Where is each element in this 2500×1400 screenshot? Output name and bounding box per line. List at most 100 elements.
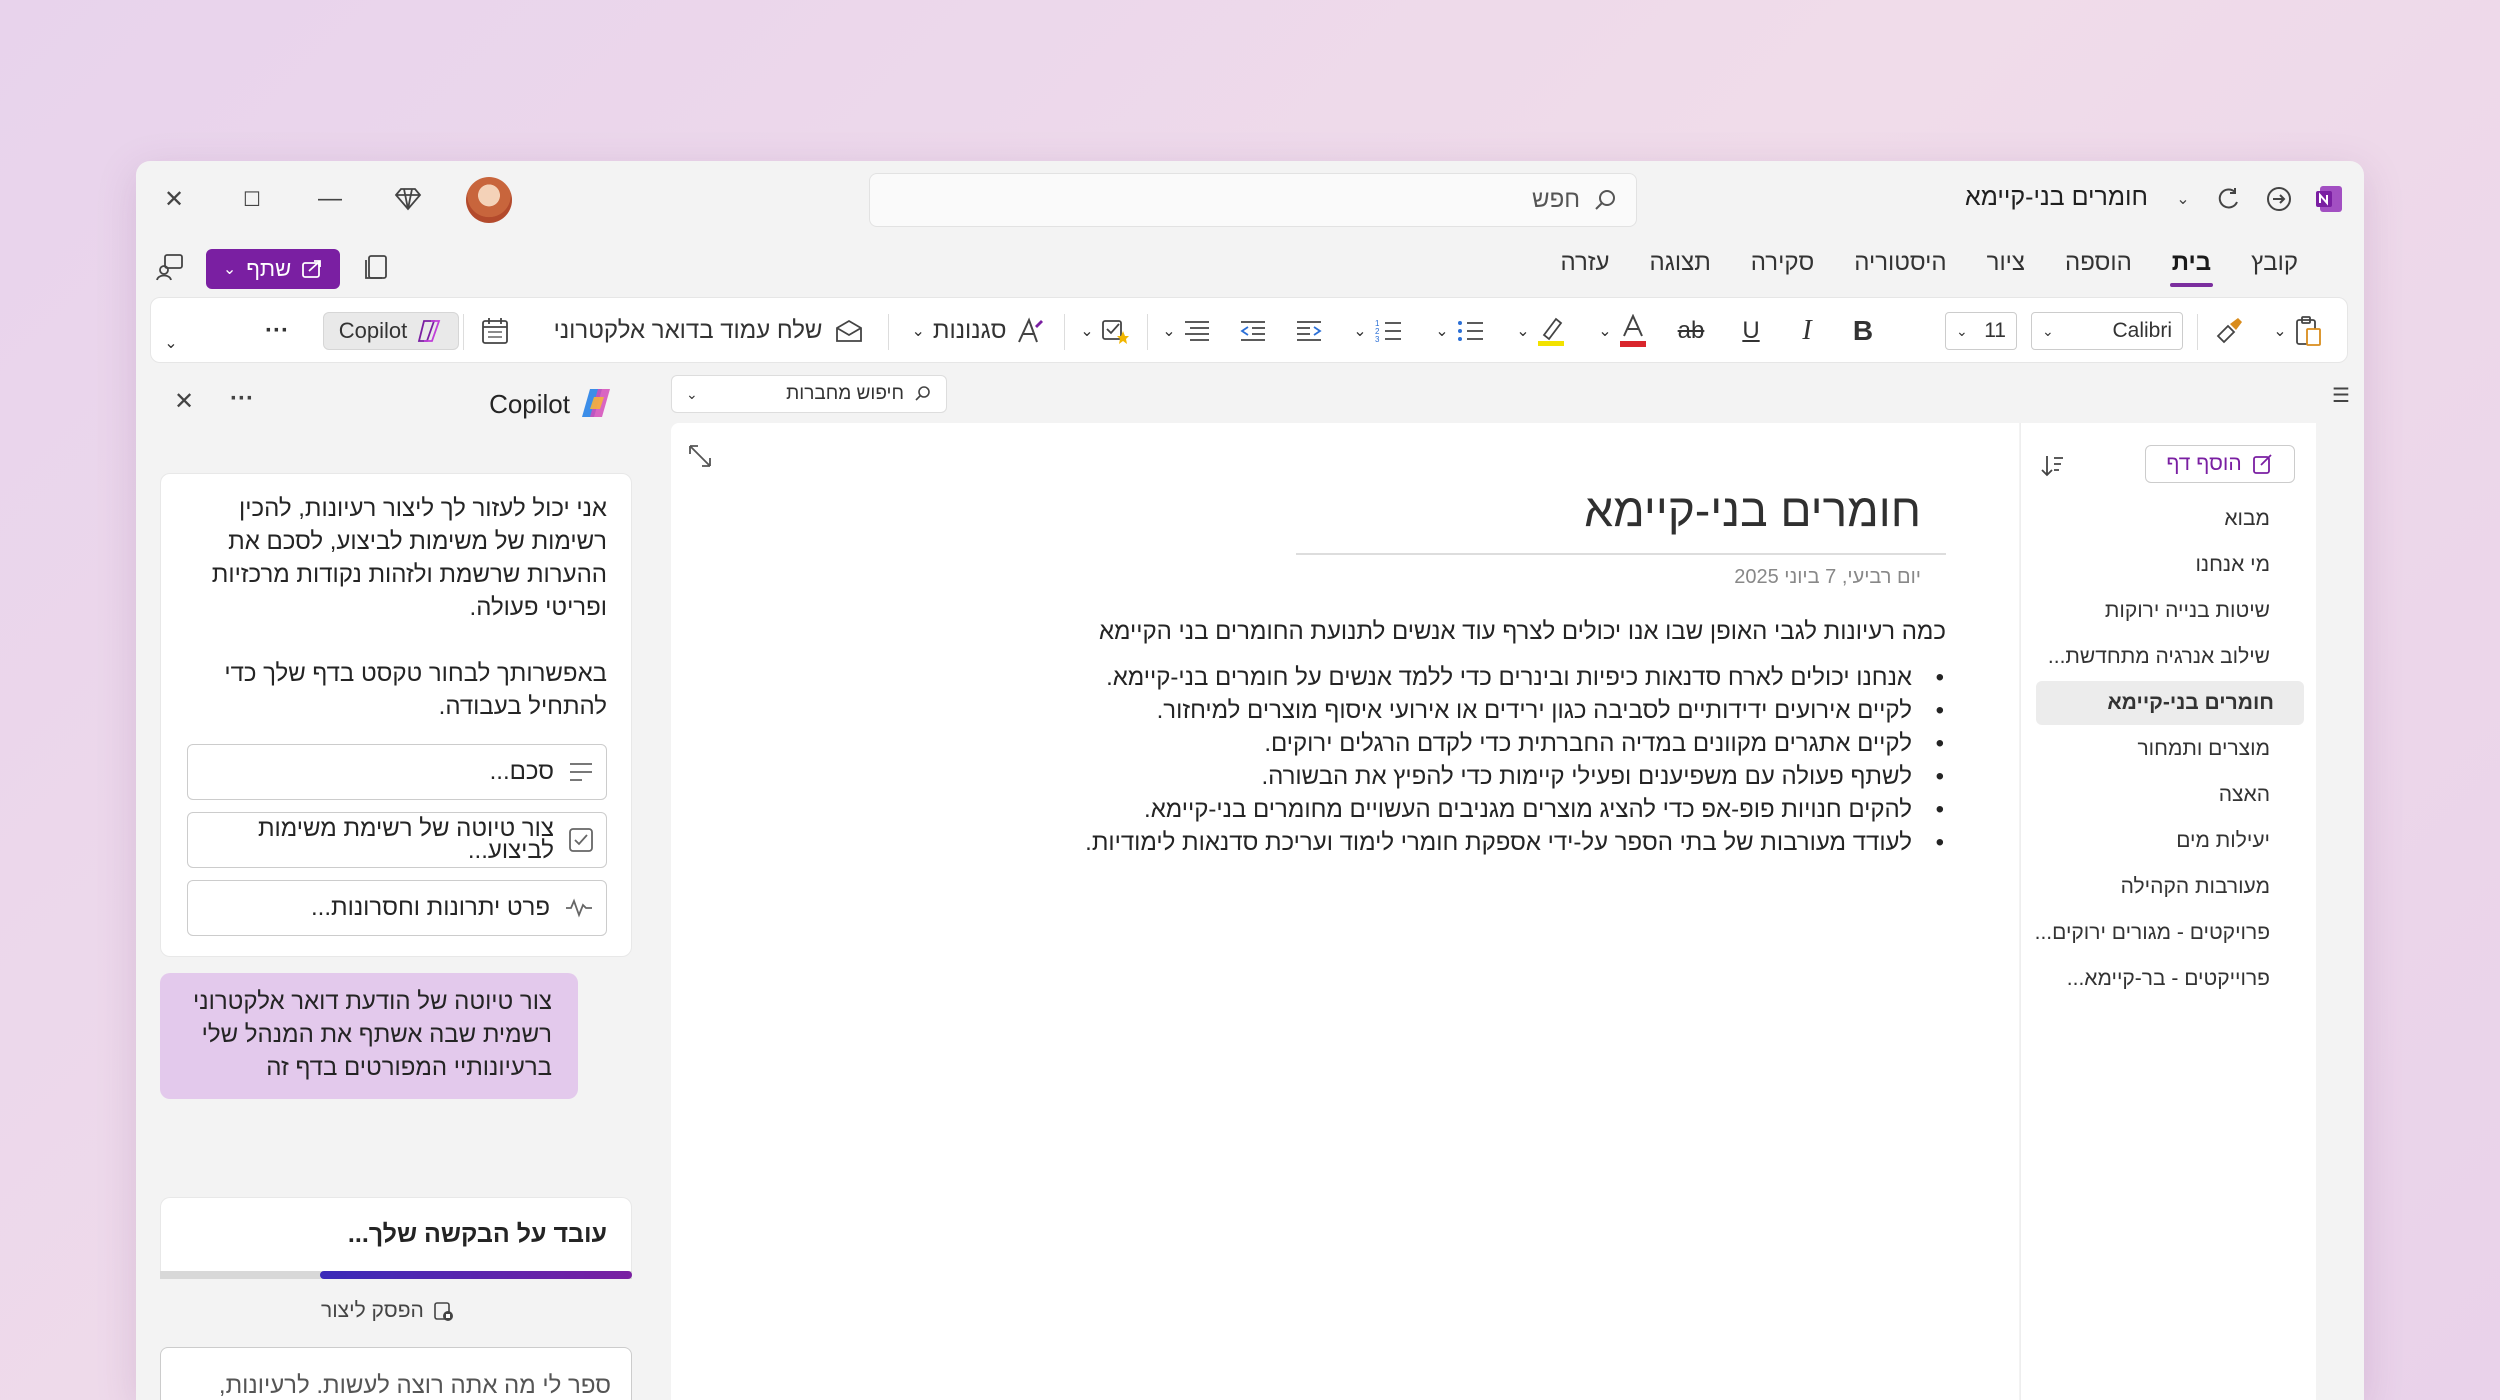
chevron-down-icon: ⌄ [1598,323,1612,340]
list-item[interactable]: להקים חנויות פופ-אפ כדי להציג מוצרים מגנ… [1085,793,1946,826]
suggestion-summarize[interactable]: סכם... [187,744,607,800]
copilot-hint-text: באפשרותך לבחור טקסט בדף שלך כדי להתחיל ב… [224,660,607,720]
tab-file[interactable]: קובץ [2231,243,2318,283]
page-item[interactable]: שיטות בנייה ירוקות [2105,599,2270,623]
tab-view[interactable]: תצוגה [1630,243,1731,283]
share-label: שתף [246,256,292,281]
tab-help[interactable]: עזרה [1540,243,1629,283]
styles-dropdown[interactable]: סגנונות ⌄ [903,312,1053,350]
tab-history[interactable]: היסטוריה [1834,243,1966,283]
add-page-button[interactable]: הוסף דף [2145,445,2295,483]
paste-dropdown[interactable]: ⌄ [2263,312,2333,350]
page-item[interactable]: מעורבות הקהילה [2121,875,2270,899]
copilot-title: Copilot [489,389,570,419]
numbered-list-dropdown[interactable]: ⌄ 123 [1343,312,1413,350]
hamburger-menu-icon[interactable]: ☰ [2326,375,2356,415]
page-canvas[interactable]: חומרים בני-קיימא יום רביעי, 7 ביוני 2025… [671,423,2019,1400]
highlighter-icon [1537,317,1564,346]
tab-draw[interactable]: ציור [1967,243,2045,283]
pages-pane: הוסף דף מבוא מי אנחנו שיטות בנייה ירוקות… [2020,423,2316,1400]
page-title[interactable]: חומרים בני-קיימא [1584,483,1921,537]
close-copilot-icon[interactable]: ✕ [166,381,202,421]
suggestion-todo-list[interactable]: צור טיוטה של רשימת משימות לביצוע... [187,812,607,868]
page-item[interactable]: שילוב אנרגיה מתחדשת... [2048,645,2270,669]
search-box[interactable]: חפש [869,173,1637,227]
font-size-select[interactable]: ⌄ 11 [1945,312,2017,350]
title-bar: ✕ ☐ — חפש חומרים בני-קיימא ⌄ [136,161,2364,237]
maximize-icon[interactable]: ☐ [232,179,272,219]
list-item[interactable]: לעודד מעורבות של בתי הספר על-ידי אספקת ח… [1085,826,1946,859]
notebook-search[interactable]: חיפוש מחברות ⌄ [671,375,947,413]
search-icon [915,386,930,401]
stop-generating-button[interactable]: הפסק ליצור [321,1299,454,1323]
align-dropdown[interactable]: ⌄ [1157,312,1217,350]
navigate-forward-icon[interactable] [2262,179,2296,219]
onenote-logo-icon [2312,179,2346,219]
chevron-down-icon: ⌄ [1080,323,1094,340]
calendar-icon[interactable] [475,312,515,350]
diamond-icon[interactable] [388,179,428,219]
bold-button[interactable]: B [1843,312,1883,350]
page-item[interactable]: מוצרים ותמחור [2137,737,2270,761]
feedback-icon[interactable] [150,247,190,287]
page-item[interactable]: מבוא [2224,507,2270,531]
tab-review[interactable]: סקירה [1731,243,1834,283]
tab-home[interactable]: בית [2152,243,2231,287]
copilot-prompt-input[interactable]: ספר לי מה אתה רוצה לעשות. לרעיונות, [160,1347,632,1400]
email-page-button[interactable]: שלח עמוד בדואר אלקטרוני [541,312,877,350]
chevron-down-icon: ⌄ [2273,323,2287,340]
user-message-bubble: צור טיוטה של הודעת דואר אלקטרוני רשמית ש… [160,973,578,1099]
list-item[interactable]: אנחנו יכולים לארח סדנאות כיפיות ובינרים … [1085,661,1946,694]
copilot-button[interactable]: Copilot [323,312,459,350]
italic-button[interactable]: I [1787,312,1827,350]
strikethrough-button[interactable]: ab [1671,312,1711,350]
font-color-dropdown[interactable]: ⌄ [1589,312,1657,350]
add-page-label: הוסף דף [2166,452,2242,475]
font-size-value: 11 [1984,319,2006,342]
minimize-icon[interactable]: — [310,179,350,219]
page-item[interactable]: יעילות מים [2176,829,2270,853]
page-item-selected[interactable]: חומרים בני-קיימא [2036,681,2304,725]
chevron-down-icon: ⌄ [1435,323,1449,340]
redo-icon[interactable] [2212,179,2244,219]
font-name-select[interactable]: ⌄ Calibri [2031,312,2183,350]
align-icon [1184,321,1209,341]
page-item[interactable]: האצה [2219,783,2270,807]
list-item[interactable]: לקיים אתגרים מקוונים במדיה החברתית כדי ל… [1085,727,1946,760]
stop-icon [434,1302,453,1321]
document-title[interactable]: חומרים בני-קיימא [1965,183,2148,212]
copilot-button-label: Copilot [338,318,408,343]
tab-insert[interactable]: הוספה [2045,243,2152,283]
paste-icon [2295,316,2321,346]
title-divider [1296,553,1946,555]
todo-tag-button[interactable]: ⌄ [1075,312,1135,350]
chevron-down-icon: ⌄ [1956,322,1968,339]
chevron-down-icon[interactable]: ⌄ [2168,179,2198,219]
increase-indent-icon[interactable] [1289,312,1329,350]
sort-icon[interactable] [2039,453,2065,479]
numbered-list-icon: 123 [1375,319,1401,344]
page-item[interactable]: מי אנחנו [2195,553,2270,577]
page-intro[interactable]: כמה רעיונות לגבי האופן שבו אנו יכולים לצ… [1099,618,1946,646]
copilot-more-button[interactable]: ··· [222,379,262,419]
ribbon-more-button[interactable]: ··· [257,312,297,350]
close-icon[interactable]: ✕ [154,179,194,219]
highlight-dropdown[interactable]: ⌄ [1507,312,1575,350]
format-painter-icon[interactable] [2209,312,2249,350]
suggestion-pros-cons[interactable]: פרט יתרונות וחסרונות... [187,880,607,936]
notebook-icon[interactable] [356,247,396,287]
underline-button[interactable]: U [1731,312,1771,350]
search-placeholder: חפש [1532,186,1580,213]
font-name-value: Calibri [2112,319,2172,342]
share-button[interactable]: שתף ⌄ [206,249,340,289]
expand-icon[interactable] [687,443,713,469]
decrease-indent-icon[interactable] [1233,312,1273,350]
list-item[interactable]: לקיים אירועים ידידותיים לסביבה כגון יריד… [1085,694,1946,727]
ribbon-expand-icon[interactable]: ⌄ [159,324,183,362]
page-item[interactable]: פרויקטים - מגורים ירוקים... [2035,921,2270,945]
avatar[interactable] [466,177,512,223]
bullet-list-dropdown[interactable]: ⌄ [1425,312,1495,350]
list-item[interactable]: לשתף פעולה עם משפיענים ופעילי קיימות כדי… [1085,760,1946,793]
menu-tabs: קובץ בית הוספה ציור היסטוריה סקירה תצוגה… [1540,243,2318,287]
page-item[interactable]: פרוייקטים - בר-קיימא... [2067,967,2270,991]
